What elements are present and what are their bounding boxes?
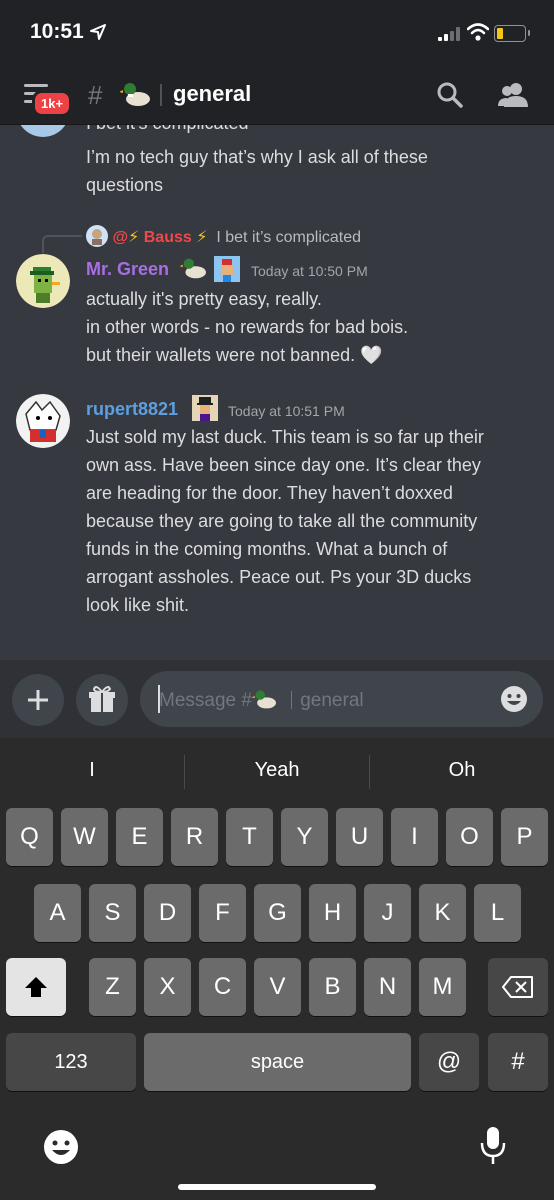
add-attachment-button[interactable] xyxy=(12,674,64,726)
message-line: look like shit. xyxy=(86,595,190,615)
mr-green-avatar[interactable] xyxy=(16,254,70,308)
placeholder-prefix: Message # xyxy=(159,690,252,711)
header-separator xyxy=(160,84,162,106)
lightning-icon: ⚡ xyxy=(196,229,208,246)
key-d[interactable]: D xyxy=(144,884,191,942)
channel-header: 1k+ # general xyxy=(0,62,554,125)
message-line: Just sold my last duck. This team is so … xyxy=(86,427,484,447)
key-i[interactable]: I xyxy=(391,808,438,866)
message-placeholder: Message # general xyxy=(159,688,364,712)
key-b[interactable]: B xyxy=(309,958,356,1016)
cellular-signal-icon xyxy=(438,27,460,41)
key-j[interactable]: J xyxy=(364,884,411,942)
battery-icon xyxy=(494,25,530,42)
location-arrow-icon xyxy=(90,24,106,40)
search-icon[interactable] xyxy=(436,81,464,109)
key-m[interactable]: M xyxy=(419,958,466,1016)
message-composer: Message # general xyxy=(0,660,554,738)
channel-name[interactable]: general xyxy=(173,81,251,107)
suggestion-2[interactable]: Yeah xyxy=(185,738,369,802)
wifi-icon xyxy=(467,23,489,41)
backspace-icon xyxy=(502,976,533,998)
message-line: arrogant assholes. Peace out. Ps your 3D… xyxy=(86,567,472,587)
gift-nitro-button[interactable] xyxy=(76,674,128,726)
key-n[interactable]: N xyxy=(364,958,411,1016)
reply-preview-text: I bet it’s complicated xyxy=(216,229,362,246)
message-input[interactable]: Message # general xyxy=(140,671,543,727)
notification-badge: 1k+ xyxy=(32,90,73,117)
key-x[interactable]: X xyxy=(144,958,191,1016)
reply-connector xyxy=(42,235,82,253)
lightning-icon: ⚡ xyxy=(128,229,140,246)
pixel-badge-icon xyxy=(214,256,240,282)
duck-emoji-icon xyxy=(251,690,276,709)
message-list[interactable]: I bet it's complicated I’m no tech guy t… xyxy=(0,125,554,660)
key-u[interactable]: U xyxy=(336,808,383,866)
status-time: 10:51 xyxy=(30,20,84,43)
mr-green-username[interactable]: Mr. Green xyxy=(86,259,169,280)
backspace-key[interactable] xyxy=(488,958,548,1016)
key-h[interactable]: H xyxy=(309,884,356,942)
message-line: actually it's pretty easy, really. xyxy=(86,289,322,309)
message-line: because they are going to take all the c… xyxy=(86,511,478,531)
reply-reference[interactable]: @⚡ Bauss ⚡ I bet it’s complicated xyxy=(86,225,361,247)
key-w[interactable]: W xyxy=(61,808,108,866)
message-line: but their wallets were not banned. 🤍 xyxy=(86,345,383,365)
plus-icon xyxy=(28,690,48,710)
reply-mention-at: @ xyxy=(112,229,129,246)
key-v[interactable]: V xyxy=(254,958,301,1016)
bauss-avatar-small xyxy=(86,225,108,247)
message-timestamp: Today at 10:50 PM xyxy=(251,263,368,279)
key-s[interactable]: S xyxy=(89,884,136,942)
key-y[interactable]: Y xyxy=(281,808,328,866)
emoji-keyboard-icon[interactable] xyxy=(42,1128,80,1166)
duck-emoji-icon xyxy=(180,258,206,279)
emoji-picker-icon[interactable] xyxy=(499,684,529,714)
placeholder-channel: general xyxy=(300,690,364,711)
key-o[interactable]: O xyxy=(446,808,493,866)
space-key[interactable]: space xyxy=(144,1033,411,1091)
numbers-key[interactable]: 123 xyxy=(6,1033,136,1091)
microphone-icon[interactable] xyxy=(480,1126,506,1166)
shift-key[interactable] xyxy=(6,958,66,1016)
key-r[interactable]: R xyxy=(171,808,218,866)
suggestion-1[interactable]: I xyxy=(0,738,184,802)
key-z[interactable]: Z xyxy=(89,958,136,1016)
ios-keyboard: I Yeah Oh Q W E R T Y U I O P A S D F G … xyxy=(0,738,554,1200)
key-e[interactable]: E xyxy=(116,808,163,866)
home-indicator xyxy=(178,1184,376,1190)
rupert-username[interactable]: rupert8821 xyxy=(86,399,178,420)
gift-icon xyxy=(89,686,115,712)
key-l[interactable]: L xyxy=(474,884,521,942)
locked-channel-hash-icon: # xyxy=(88,80,103,110)
suggestion-3[interactable]: Oh xyxy=(370,738,554,802)
status-bar: 10:51 xyxy=(0,0,554,62)
message-line: own ass. Have been since day one. It’s c… xyxy=(86,455,481,475)
key-c[interactable]: C xyxy=(199,958,246,1016)
duck-emoji-icon xyxy=(120,83,150,106)
message-line: questions xyxy=(86,175,164,195)
rupert-avatar[interactable] xyxy=(16,394,70,448)
pixel-badge-icon xyxy=(192,395,218,421)
members-icon[interactable] xyxy=(498,81,528,109)
key-p[interactable]: P xyxy=(501,808,548,866)
key-k[interactable]: K xyxy=(419,884,466,942)
message-line: are heading for the door. They haven’t d… xyxy=(86,483,453,503)
shift-arrow-icon xyxy=(25,977,47,997)
previous-author-avatar[interactable] xyxy=(16,125,70,137)
hash-key[interactable]: # xyxy=(488,1033,548,1091)
key-f[interactable]: F xyxy=(199,884,246,942)
key-t[interactable]: T xyxy=(226,808,273,866)
reply-username[interactable]: Bauss xyxy=(144,229,192,246)
message-line: funds in the coming months. What a bunch… xyxy=(86,539,448,559)
key-g[interactable]: G xyxy=(254,884,301,942)
message-line: I’m no tech guy that’s why I ask all of … xyxy=(86,147,428,167)
message-line: in other words - no rewards for bad bois… xyxy=(86,317,409,337)
message-timestamp: Today at 10:51 PM xyxy=(228,403,345,419)
key-q[interactable]: Q xyxy=(6,808,53,866)
key-a[interactable]: A xyxy=(34,884,81,942)
message-line: I bet it's complicated xyxy=(86,125,249,137)
at-key[interactable]: @ xyxy=(419,1033,479,1091)
